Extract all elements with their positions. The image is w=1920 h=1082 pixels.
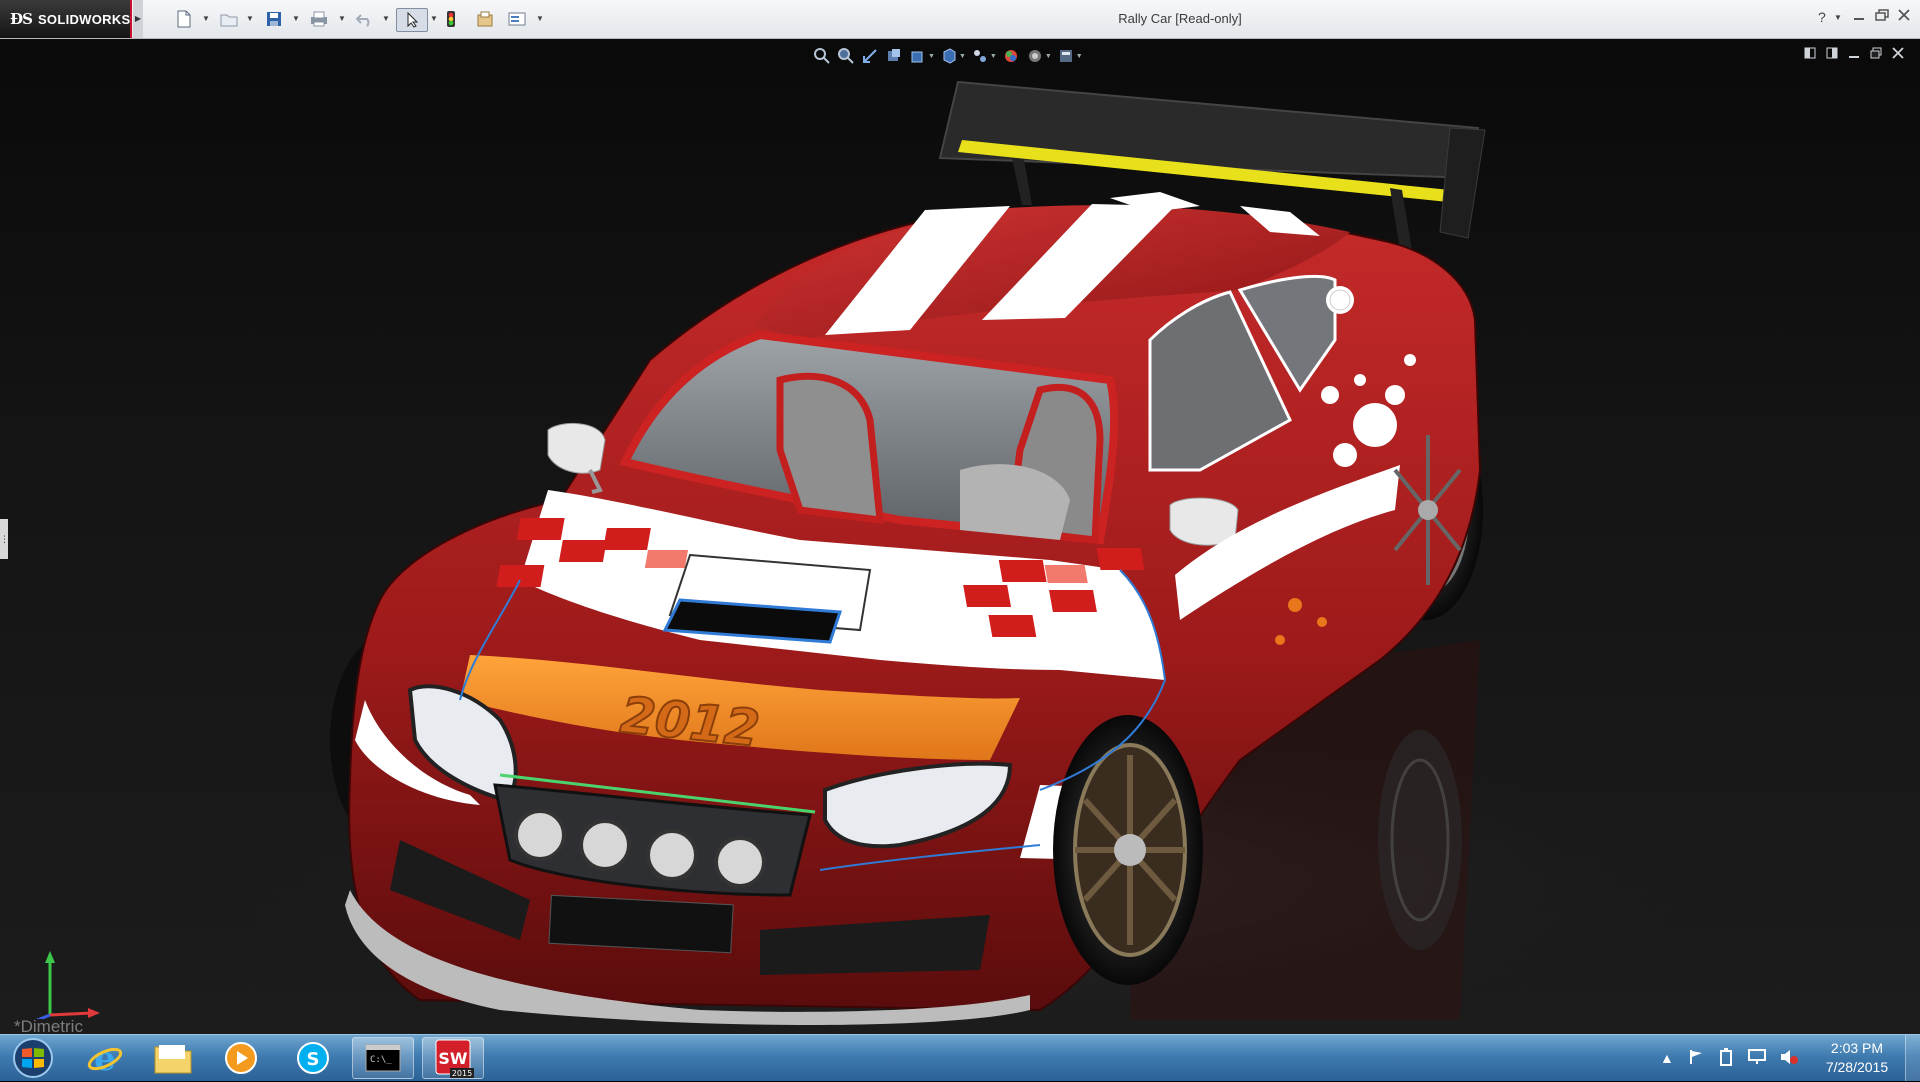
volume-muted-icon[interactable] — [1780, 1049, 1798, 1068]
svg-text:SW: SW — [438, 1049, 468, 1068]
hood-number-decal: 2012 — [617, 687, 763, 757]
power-icon[interactable] — [1718, 1047, 1734, 1069]
internet-explorer-icon[interactable]: e — [74, 1037, 136, 1079]
apply-scene-icon[interactable] — [1025, 47, 1045, 65]
new-file-icon[interactable] — [176, 8, 192, 30]
save-icon[interactable] — [266, 8, 282, 30]
view-orientation-icon[interactable] — [908, 47, 928, 65]
select-icon[interactable] — [396, 8, 428, 32]
clock-date: 7/28/2015 — [1825, 1059, 1889, 1075]
viewport-minimize-icon[interactable] — [1848, 47, 1860, 62]
hide-show-dropdown-icon[interactable]: ▼ — [990, 53, 997, 60]
zoom-to-fit-icon[interactable] — [812, 47, 832, 65]
open-file-dropdown-icon[interactable]: ▼ — [246, 14, 254, 23]
graphics-area[interactable]: 2012 ▼ ▼ ▼ ▼ ▼ ⋮ *Dimetric — [0, 39, 1920, 1034]
action-center-flag-icon[interactable] — [1688, 1049, 1704, 1068]
window-title: Rally Car [Read-only] — [1118, 11, 1242, 26]
command-prompt-icon[interactable]: C:\_ — [352, 1037, 414, 1079]
view-orientation-label: *Dimetric — [14, 1017, 83, 1034]
windows-taskbar: e S C:\_ SW 2015 ▲ 2:03 PM 7/28/2015 — [0, 1034, 1920, 1081]
solidworks-taskbar-icon[interactable]: SW 2015 — [422, 1037, 484, 1079]
restore-icon[interactable] — [1875, 9, 1889, 24]
taskbar-clock[interactable]: 2:03 PM 7/28/2015 — [1812, 1039, 1902, 1077]
view-settings-dropdown-icon[interactable]: ▼ — [1076, 53, 1083, 60]
show-desktop-button[interactable] — [1905, 1035, 1920, 1081]
ds-logo-icon: ƉS — [10, 10, 33, 28]
viewport-controls — [1804, 47, 1904, 62]
close-icon[interactable] — [1898, 9, 1910, 24]
print-dropdown-icon[interactable]: ▼ — [338, 14, 346, 23]
open-file-icon[interactable] — [220, 8, 238, 30]
undo-icon[interactable] — [356, 8, 374, 30]
view-orientation-dropdown-icon[interactable]: ▼ — [928, 53, 935, 60]
undo-dropdown-icon[interactable]: ▼ — [382, 14, 390, 23]
hide-show-items-icon[interactable] — [970, 47, 990, 65]
start-orb-icon[interactable] — [6, 1037, 60, 1079]
section-view-icon[interactable] — [884, 47, 904, 65]
viewport-close-icon[interactable] — [1892, 47, 1904, 62]
clock-time: 2:03 PM — [1830, 1040, 1884, 1056]
show-hidden-icons-icon[interactable]: ▲ — [1660, 1050, 1674, 1066]
display-style-dropdown-icon[interactable]: ▼ — [959, 53, 966, 60]
options-dropdown-icon[interactable]: ▼ — [536, 14, 544, 23]
media-player-icon[interactable] — [210, 1037, 272, 1079]
file-properties-icon[interactable] — [476, 8, 494, 30]
svg-text:C:\_: C:\_ — [370, 1055, 392, 1065]
feature-manager-toggle-handle[interactable]: ⋮ — [0, 519, 9, 559]
help-icon[interactable]: ? — [1818, 9, 1826, 25]
view-settings-icon[interactable] — [1056, 47, 1076, 65]
solidworks-logo[interactable]: ƉS SOLIDWORKS — [0, 0, 132, 38]
windows-explorer-icon[interactable] — [142, 1037, 204, 1079]
select-dropdown-icon[interactable]: ▼ — [430, 14, 438, 23]
svg-text:e: e — [94, 1039, 116, 1077]
options-icon[interactable] — [508, 8, 526, 30]
heads-up-view-toolbar: ▼ ▼ ▼ ▼ ▼ — [812, 45, 1083, 67]
split-view-right-icon[interactable] — [1826, 47, 1838, 62]
new-file-dropdown-icon[interactable]: ▼ — [202, 14, 210, 23]
viewport-restore-icon[interactable] — [1870, 47, 1882, 62]
zoom-to-area-icon[interactable] — [836, 47, 856, 65]
skype-icon[interactable]: S — [282, 1037, 344, 1079]
menu-expand-arrow-icon[interactable]: ▶ — [133, 0, 143, 38]
previous-view-icon[interactable] — [860, 47, 880, 65]
title-bar: ƉS SOLIDWORKS ▶ ▼ ▼ ▼ ▼ ▼ ▼ ▼ Rally Car … — [0, 0, 1920, 39]
edit-appearance-icon[interactable] — [1001, 47, 1021, 65]
solidworks-version-badge: 2015 — [452, 1069, 472, 1078]
minimize-icon[interactable] — [1853, 9, 1865, 24]
save-dropdown-icon[interactable]: ▼ — [292, 14, 300, 23]
print-icon[interactable] — [310, 8, 328, 30]
system-tray: ▲ — [1660, 1035, 1798, 1081]
reference-triad-icon — [35, 951, 100, 1019]
brand-name: SOLIDWORKS — [37, 11, 131, 27]
hood-number-text: 2012 — [618, 687, 762, 757]
apply-scene-dropdown-icon[interactable]: ▼ — [1045, 53, 1052, 60]
display-style-icon[interactable] — [939, 47, 959, 65]
help-dropdown-icon[interactable]: ▼ — [1834, 13, 1842, 22]
rally-car-model[interactable] — [0, 39, 1920, 1034]
rebuild-icon[interactable] — [446, 8, 456, 30]
svg-text:S: S — [307, 1049, 320, 1070]
network-icon[interactable] — [1747, 1048, 1766, 1068]
split-view-left-icon[interactable] — [1804, 47, 1816, 62]
